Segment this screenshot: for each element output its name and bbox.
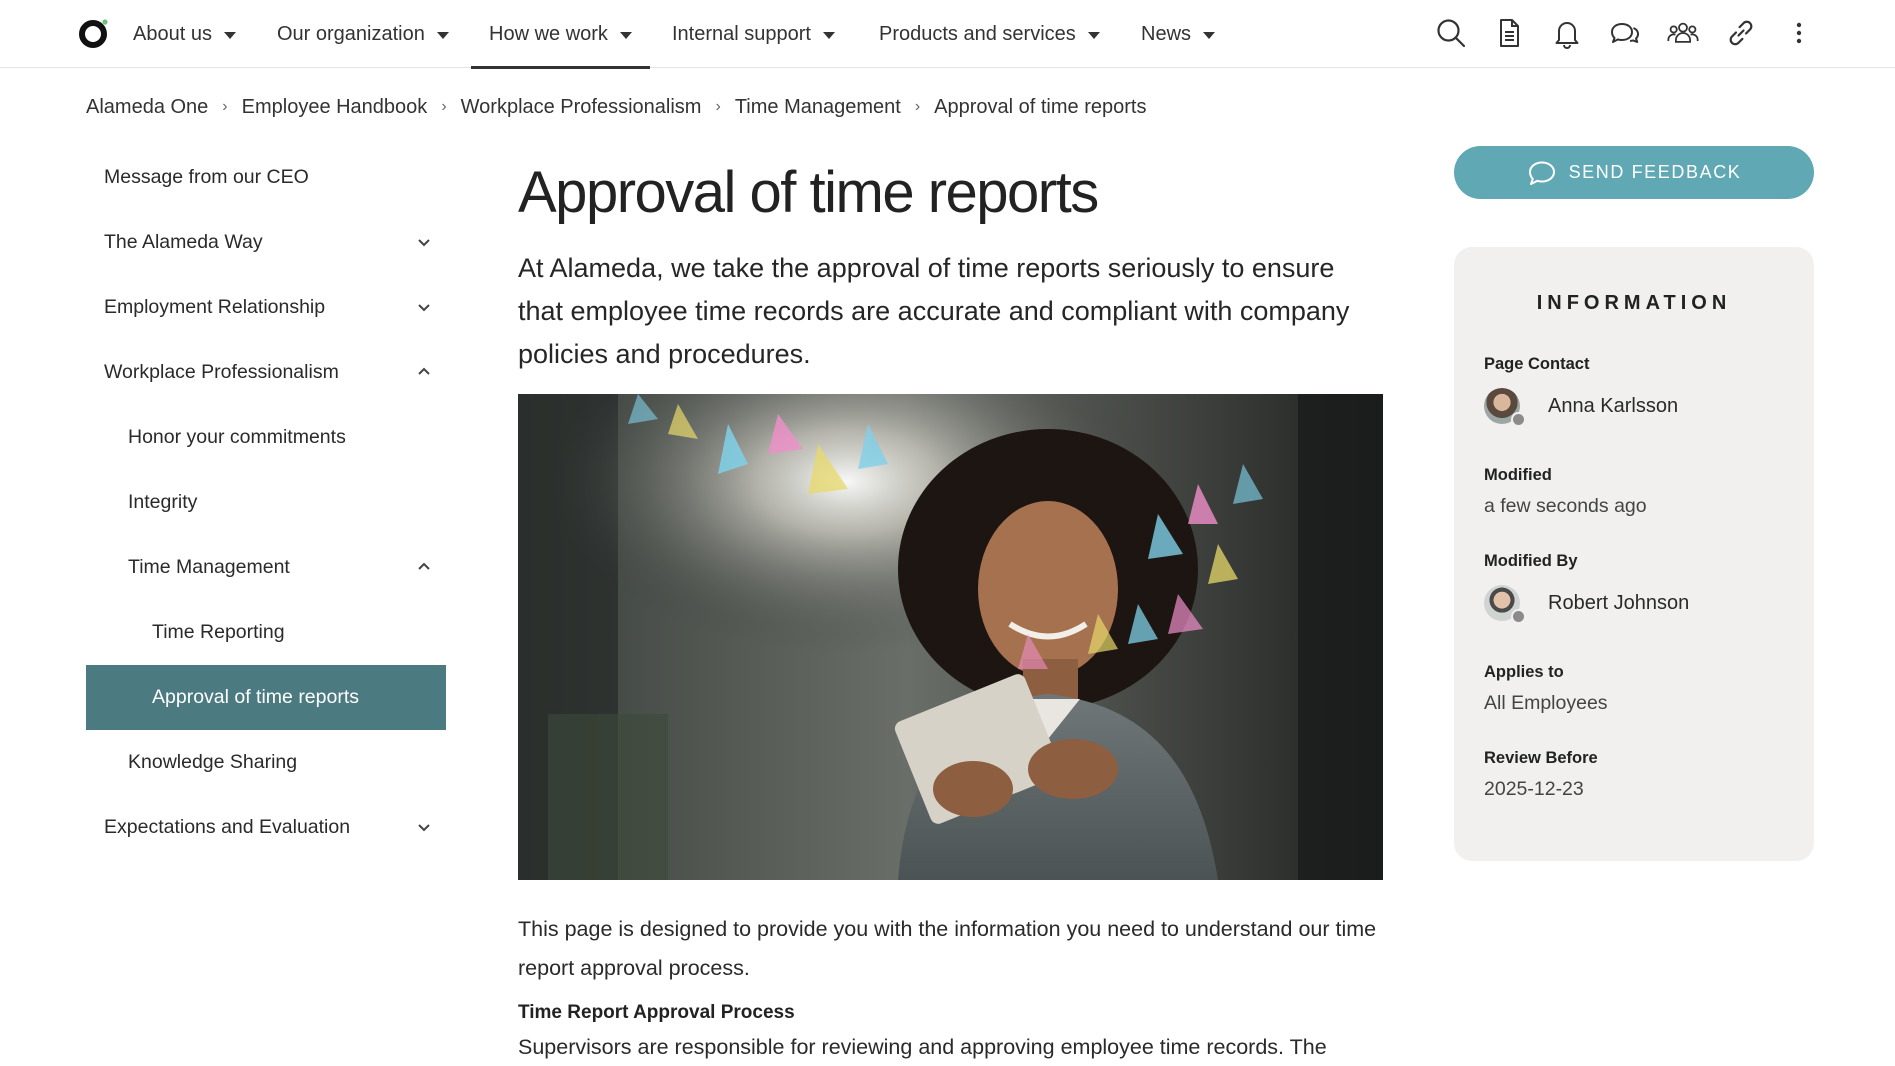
chevron-up-icon[interactable] — [414, 557, 434, 577]
nav-item-about-us[interactable]: About us — [133, 0, 236, 68]
page-contact-person[interactable]: Anna Karlsson — [1484, 388, 1784, 427]
breadcrumb-item[interactable]: Alameda One — [86, 96, 208, 119]
applies-to-value: All Employees — [1484, 692, 1608, 714]
chevron-down-icon[interactable] — [414, 232, 434, 252]
avatar — [1484, 585, 1526, 624]
chat-bubble-icon — [1528, 161, 1555, 185]
main-content: Approval of time reports At Alameda, we … — [518, 155, 1383, 1066]
sidebar-item-label: Time Management — [128, 556, 290, 578]
sidebar-item-employment-relationship[interactable]: Employment Relationship — [86, 275, 446, 340]
nav-item-label: Products and services — [879, 22, 1076, 45]
chevron-up-icon[interactable] — [414, 362, 434, 382]
send-feedback-label: SEND FEEDBACK — [1568, 162, 1742, 182]
section-heading: Time Report Approval Process — [518, 1002, 795, 1023]
sidebar-item-label: The Alameda Way — [104, 231, 263, 253]
breadcrumb-separator-icon: › — [441, 98, 447, 115]
nav-item-internal-support[interactable]: Internal support — [672, 0, 835, 68]
sidebar-item-label: Approval of time reports — [152, 686, 360, 708]
sidebar-item-label: Employment Relationship — [104, 296, 326, 318]
bell-icon[interactable] — [1549, 15, 1585, 51]
modified-by-name: Robert Johnson — [1548, 591, 1690, 614]
chevron-down-icon[interactable] — [414, 817, 434, 837]
nav-item-label: How we work — [489, 22, 608, 45]
sidebar-item-integrity[interactable]: Integrity — [86, 470, 446, 535]
people-icon[interactable] — [1665, 15, 1701, 51]
avatar — [1484, 388, 1526, 427]
body-paragraph: This page is designed to provide you wit… — [518, 917, 1377, 980]
document-icon[interactable] — [1491, 15, 1527, 51]
chevron-down-icon[interactable] — [414, 297, 434, 317]
page-title: Approval of time reports — [518, 160, 1099, 225]
caret-down-icon — [822, 31, 835, 39]
body-paragraph-2: Supervisors are responsible for reviewin… — [518, 1035, 1327, 1059]
sidebar-item-time-management[interactable]: Time Management — [86, 535, 446, 600]
caret-down-icon — [223, 31, 236, 39]
caret-down-icon — [1203, 31, 1216, 39]
hero-image — [518, 394, 1383, 880]
caret-down-icon — [1087, 31, 1100, 39]
review-before-value: 2025-12-23 — [1484, 778, 1584, 800]
nav-item-label: News — [1141, 22, 1192, 45]
sidebar-item-label: Knowledge Sharing — [128, 751, 298, 773]
nav-item-label: About us — [133, 22, 212, 45]
sidebar-item-label: Message from our CEO — [104, 166, 309, 188]
presence-status-icon — [1511, 412, 1526, 427]
sidebar-item-message-from-ceo[interactable]: Message from our CEO — [86, 145, 446, 210]
nav-item-label: Our organization — [277, 22, 425, 45]
breadcrumb: Alameda One › Employee Handbook › Workpl… — [86, 94, 1146, 120]
top-navigation: About us Our organization How we work In… — [0, 0, 1895, 69]
sidebar-item-label: Integrity — [128, 491, 198, 513]
link-icon[interactable] — [1723, 15, 1759, 51]
sidebar-item-knowledge-sharing[interactable]: Knowledge Sharing — [86, 730, 446, 795]
nav-item-label: Internal support — [672, 22, 811, 45]
presence-status-icon — [1511, 609, 1526, 624]
lead-paragraph: At Alameda, we take the approval of time… — [518, 253, 1350, 369]
sidebar-item-label: Honor your commitments — [128, 426, 346, 448]
modified-value: a few seconds ago — [1484, 495, 1647, 517]
information-title: INFORMATION — [1536, 292, 1732, 314]
sidebar-item-alameda-way[interactable]: The Alameda Way — [86, 210, 446, 275]
more-vertical-icon[interactable] — [1781, 15, 1817, 51]
breadcrumb-separator-icon: › — [914, 98, 921, 115]
applies-to-label: Applies to — [1484, 663, 1564, 681]
breadcrumb-current: Approval of time reports — [934, 95, 1147, 118]
sidebar-item-label: Expectations and Evaluation — [104, 816, 351, 838]
caret-down-icon — [436, 31, 449, 39]
sidebar-item-expectations-evaluation[interactable]: Expectations and Evaluation — [86, 795, 446, 860]
logo-icon[interactable] — [78, 17, 110, 49]
sidebar-item-label: Time Reporting — [152, 621, 285, 643]
information-panel: INFORMATION Page Contact Anna Karlsson M… — [1454, 247, 1814, 861]
review-before-label: Review Before — [1484, 749, 1598, 767]
nav-item-our-organization[interactable]: Our organization — [277, 0, 449, 68]
sidebar-item-time-reporting[interactable]: Time Reporting — [86, 600, 446, 665]
caret-down-icon — [619, 31, 632, 39]
breadcrumb-item[interactable]: Time Management — [735, 96, 901, 119]
sidebar-item-workplace-professionalism[interactable]: Workplace Professionalism — [86, 340, 446, 405]
modified-by-label: Modified By — [1484, 552, 1578, 570]
chat-icon[interactable] — [1607, 15, 1643, 51]
breadcrumb-item[interactable]: Employee Handbook — [242, 96, 428, 119]
sidebar-item-label: Workplace Professionalism — [104, 361, 339, 383]
sidebar-item-approval-of-time-reports[interactable]: Approval of time reports — [86, 665, 446, 730]
modified-label: Modified — [1484, 466, 1552, 484]
send-feedback-button[interactable]: SEND FEEDBACK — [1454, 146, 1814, 199]
breadcrumb-item[interactable]: Workplace Professionalism — [461, 96, 702, 119]
hero-image-illustration — [518, 394, 1383, 880]
sidebar-navigation: Message from our CEO The Alameda Way Emp… — [86, 145, 446, 860]
sidebar-item-honor-commitments[interactable]: Honor your commitments — [86, 405, 446, 470]
page-contact-name: Anna Karlsson — [1548, 394, 1679, 417]
search-icon[interactable] — [1433, 15, 1469, 51]
breadcrumb-separator-icon: › — [715, 98, 721, 115]
nav-item-products-and-services[interactable]: Products and services — [879, 0, 1100, 68]
nav-item-how-we-work[interactable]: How we work — [471, 0, 650, 69]
page-contact-label: Page Contact — [1484, 355, 1590, 373]
nav-item-news[interactable]: News — [1141, 0, 1216, 68]
modified-by-person[interactable]: Robert Johnson — [1484, 585, 1784, 624]
breadcrumb-separator-icon: › — [222, 98, 228, 115]
